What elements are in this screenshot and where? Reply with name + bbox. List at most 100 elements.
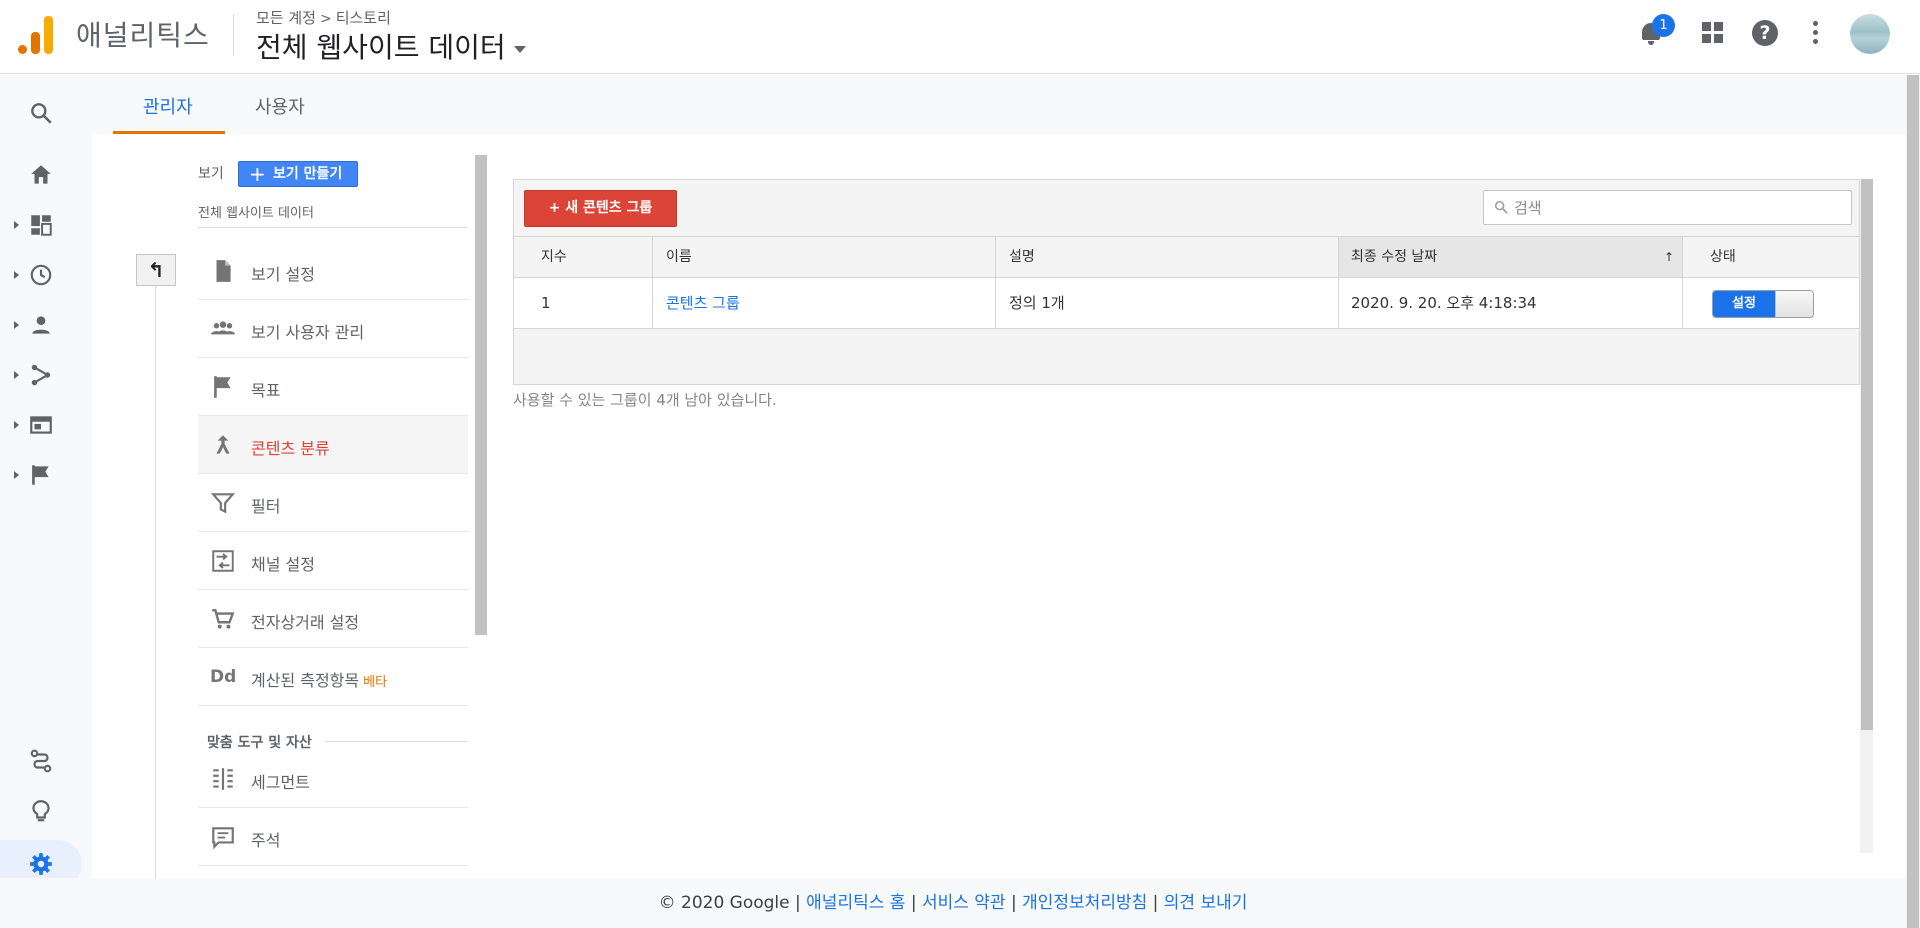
menu-item-label: 주석 <box>251 831 281 850</box>
plus-icon: + <box>249 162 266 186</box>
behavior-window-icon[interactable] <box>28 412 54 438</box>
column-header-status[interactable]: 상태 <box>1710 237 1736 277</box>
footer-link-analytics-home[interactable]: 애널리틱스 홈 <box>806 893 905 913</box>
menu-item-label: 목표 <box>251 381 281 400</box>
search-input[interactable] <box>1514 197 1844 219</box>
expand-caret-icon[interactable] <box>14 271 19 279</box>
status-toggle-knob[interactable] <box>1775 291 1813 317</box>
notification-count-badge: 1 <box>1652 14 1675 37</box>
menu-item-view-settings[interactable]: 보기 설정 <box>198 242 468 300</box>
search-box[interactable] <box>1483 190 1852 225</box>
expand-caret-icon[interactable] <box>14 221 19 229</box>
conversions-flag-icon[interactable] <box>28 462 54 488</box>
view-column-heading: 보기 <box>198 166 224 182</box>
product-name: 애널리틱스 <box>76 19 210 52</box>
menu-item-goals[interactable]: 목표 <box>198 358 468 416</box>
status-toggle[interactable]: 설정 <box>1712 290 1814 318</box>
analytics-logo-icon[interactable] <box>18 16 54 54</box>
content-scrollbar-thumb[interactable] <box>1861 179 1873 730</box>
dd-text-icon: Dd <box>210 667 237 687</box>
footer-link-feedback[interactable]: 의견 보내기 <box>1164 893 1248 913</box>
apps-grid-icon[interactable] <box>1698 18 1728 48</box>
view-selector-label: 전체 웹사이트 데이터 <box>256 31 506 64</box>
view-selector[interactable]: 전체 웹사이트 데이터 <box>256 26 526 66</box>
sort-ascending-icon: ↑ <box>1663 250 1674 264</box>
segments-icon <box>213 768 233 790</box>
menu-item-label: 보기 사용자 관리 <box>251 323 365 342</box>
column-header-last-modified-label: 최종 수정 날짜 <box>1351 249 1438 265</box>
page-scrollbar-thumb[interactable] <box>1907 75 1919 928</box>
content-group-link[interactable]: 콘텐츠 그룹 <box>666 294 740 312</box>
footer: © 2020 Google | 애널리틱스 홈 | 서비스 약관 | 개인정보처… <box>0 878 1906 928</box>
attribution-route-icon[interactable] <box>28 748 54 774</box>
view-column-current-view[interactable]: 전체 웹사이트 데이터 <box>198 202 314 221</box>
menu-item-ecommerce-settings[interactable]: 전자상거래 설정 <box>198 590 468 648</box>
admin-tab-bar: 관리자 사용자 <box>92 75 1912 134</box>
menu-item-calculated-metrics[interactable]: Dd 계산된 측정항목 베타 <box>198 648 468 706</box>
expand-caret-icon[interactable] <box>14 371 19 379</box>
column-divider <box>1682 237 1683 329</box>
menu-item-content-grouping[interactable]: 콘텐츠 분류 <box>198 416 468 474</box>
menu-item-annotations[interactable]: 주석 <box>198 808 468 866</box>
menu-item-label: 채널 설정 <box>251 555 315 574</box>
merge-arrow-icon <box>216 435 230 454</box>
shopping-cart-icon <box>212 609 235 629</box>
search-icon <box>1494 200 1508 214</box>
acquisition-icon[interactable] <box>28 362 54 388</box>
insights-lightbulb-icon[interactable] <box>28 798 54 824</box>
document-icon <box>216 260 231 282</box>
account-avatar[interactable] <box>1850 14 1890 54</box>
customization-dashboard-icon[interactable] <box>28 212 54 238</box>
expand-caret-icon[interactable] <box>14 421 19 429</box>
expand-caret-icon[interactable] <box>14 321 19 329</box>
column-divider <box>1338 237 1339 329</box>
menu-item-label: 전자상거래 설정 <box>251 613 360 632</box>
breadcrumb[interactable]: 모든 계정 > 티스토리 <box>256 7 391 28</box>
table-header-row: 지수 이름 설명 최종 수정 날짜 ↑ 상태 <box>514 237 1859 278</box>
column-header-last-modified[interactable]: 최종 수정 날짜 ↑ <box>1339 237 1682 277</box>
menu-item-label: 콘텐츠 분류 <box>251 439 330 458</box>
people-group-icon <box>211 321 235 335</box>
footer-copyright: © 2020 Google <box>658 893 790 913</box>
tree-connector-line <box>155 286 156 878</box>
search-icon[interactable] <box>28 100 54 126</box>
view-column-scrollbar[interactable] <box>475 155 487 635</box>
column-header-description[interactable]: 설명 <box>1009 237 1035 277</box>
comment-bubble-icon <box>212 827 234 850</box>
expand-caret-icon[interactable] <box>14 471 19 479</box>
column-divider <box>652 237 653 329</box>
filter-funnel-icon <box>210 493 236 514</box>
audience-person-icon[interactable] <box>28 312 54 338</box>
left-navigation <box>0 75 92 928</box>
home-icon[interactable] <box>28 162 54 188</box>
column-divider <box>995 237 996 329</box>
tab-user[interactable]: 사용자 <box>255 93 305 119</box>
new-content-group-button[interactable]: + 새 콘텐츠 그룹 <box>524 190 677 227</box>
channel-settings-icon <box>212 550 234 572</box>
footer-link-terms[interactable]: 서비스 약관 <box>922 893 1006 913</box>
admin-gear-icon[interactable] <box>28 851 54 877</box>
column-header-index[interactable]: 지수 <box>541 237 567 277</box>
menu-item-label-wrap: 계산된 측정항목 베타 <box>251 667 387 691</box>
flag-icon <box>214 376 231 398</box>
footer-link-privacy[interactable]: 개인정보처리방침 <box>1022 893 1147 913</box>
menu-item-label: 보기 설정 <box>251 265 315 284</box>
column-header-name[interactable]: 이름 <box>666 237 692 277</box>
back-arrow-button[interactable]: ↰ <box>136 254 176 286</box>
menu-item-channel-settings[interactable]: 채널 설정 <box>198 532 468 590</box>
menu-item-filters[interactable]: 필터 <box>198 474 468 532</box>
tab-admin[interactable]: 관리자 <box>143 93 193 119</box>
menu-item-segments[interactable]: 세그먼트 <box>198 750 468 808</box>
divider <box>198 227 468 228</box>
custom-tools-heading: 맞춤 도구 및 자산 <box>207 735 312 751</box>
header-divider <box>233 14 234 56</box>
more-vertical-icon[interactable] <box>1800 18 1830 48</box>
create-view-button[interactable]: + 보기 만들기 <box>238 161 358 187</box>
breadcrumb-property[interactable]: 티스토리 <box>336 9 391 27</box>
caret-down-icon <box>513 45 526 53</box>
menu-item-view-user-management[interactable]: 보기 사용자 관리 <box>198 300 468 358</box>
help-icon[interactable]: ? <box>1750 18 1780 48</box>
status-toggle-on-label: 설정 <box>1713 291 1775 317</box>
realtime-clock-icon[interactable] <box>28 262 54 288</box>
breadcrumb-account[interactable]: 모든 계정 <box>256 9 316 27</box>
